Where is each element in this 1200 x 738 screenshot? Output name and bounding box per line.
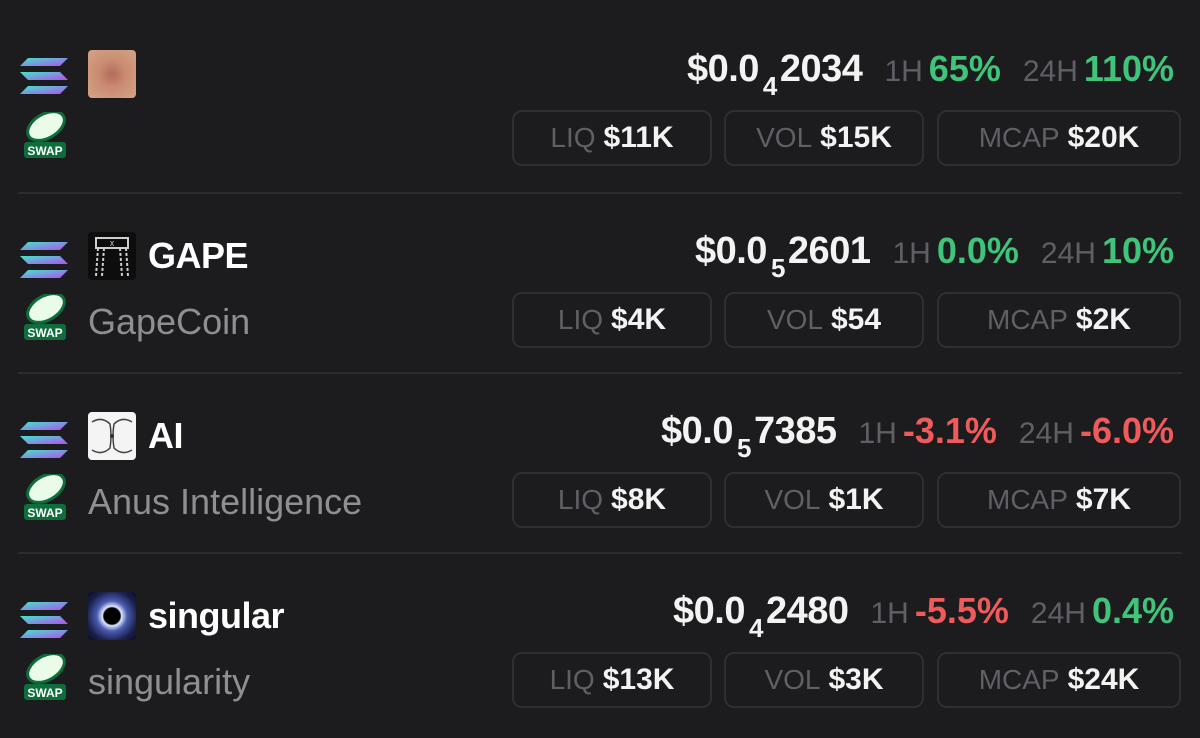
24h-change: 110%: [1083, 48, 1174, 89]
price-zero-count: 5: [770, 253, 785, 283]
price-line: $0.0 52601 1H 0.0% 24H 10%: [694, 230, 1174, 283]
24h-label: 24H: [1040, 237, 1096, 270]
token-price: $0.0 57385: [661, 410, 837, 463]
market-cap-stat: MCAP $24K: [937, 652, 1181, 708]
token-price: $0.0 42480: [673, 590, 849, 643]
token-price: $0.0 52601: [694, 230, 871, 283]
1h-label: 1H: [858, 417, 897, 450]
token-name: Anus Intelligence: [88, 481, 363, 522]
swap-icon[interactable]: SWAP: [22, 112, 68, 160]
price-line: $0.0 57385 1H -3.1% 24H -6.0%: [661, 410, 1174, 463]
token-symbol: AI: [148, 415, 184, 456]
market-cap-stat: MCAP $2K: [937, 292, 1181, 348]
price-zero-count: 5: [736, 433, 751, 463]
24h-change: -6.0%: [1079, 410, 1174, 451]
swap-icon[interactable]: SWAP: [22, 474, 68, 522]
solana-icon: [20, 602, 68, 638]
token-avatar: X: [88, 232, 136, 280]
1h-change: 0.0%: [936, 230, 1019, 271]
24h-change: 10%: [1101, 230, 1174, 271]
volume-stat: VOL $15K: [724, 110, 924, 166]
24h-change: 0.4%: [1091, 590, 1174, 631]
liquidity-stat: LIQ $8K: [512, 472, 712, 528]
liquidity-stat: LIQ $11K: [512, 110, 712, 166]
token-avatar: [88, 50, 136, 98]
token-row[interactable]: SWAP singular singularity $0.0 42480 1H -…: [18, 554, 1182, 738]
liquidity-stat: LIQ $4K: [512, 292, 712, 348]
volume-stat: VOL $1K: [724, 472, 924, 528]
market-cap-stat: MCAP $20K: [937, 110, 1181, 166]
swap-icon[interactable]: SWAP: [22, 654, 68, 702]
token-name: GapeCoin: [88, 301, 251, 342]
swap-icon[interactable]: SWAP: [22, 294, 68, 342]
liquidity-stat: LIQ $13K: [512, 652, 712, 708]
price-line: $0.0 42034 1H 65% 24H 110%: [686, 48, 1174, 101]
24h-label: 24H: [1022, 55, 1078, 88]
market-cap-stat: MCAP $7K: [937, 472, 1181, 528]
token-avatar: [88, 412, 136, 460]
token-row[interactable]: SWAP AI Anus Intelligence $0.0 57385 1H -…: [18, 374, 1182, 554]
24h-label: 24H: [1018, 417, 1074, 450]
token-name: singularity: [88, 661, 251, 702]
1h-label: 1H: [870, 597, 909, 630]
token-symbol: singular: [148, 595, 285, 636]
1h-change: -5.5%: [914, 590, 1009, 631]
svg-text:SWAP: SWAP: [27, 506, 62, 520]
1h-change: -3.1%: [902, 410, 997, 451]
token-row[interactable]: SWAP $0.0 42034 1H 65% 24H 110% LIQ $11K V…: [18, 12, 1182, 194]
price-line: $0.0 42480 1H -5.5% 24H 0.4%: [673, 590, 1174, 643]
token-avatar: [88, 592, 136, 640]
solana-icon: [20, 242, 68, 278]
token-row[interactable]: SWAP X GAPE GapeCoin $0.0 52601 1H 0.0% 2…: [18, 194, 1182, 374]
svg-text:X: X: [110, 240, 115, 248]
1h-label: 1H: [892, 237, 931, 270]
token-price: $0.0 42034: [686, 48, 863, 101]
svg-text:SWAP: SWAP: [27, 326, 62, 340]
price-zero-count: 4: [748, 613, 763, 643]
svg-text:SWAP: SWAP: [27, 686, 62, 700]
volume-stat: VOL $54: [724, 292, 924, 348]
token-symbol: GAPE: [148, 235, 249, 276]
price-zero-count: 4: [762, 71, 777, 101]
svg-text:SWAP: SWAP: [27, 144, 62, 158]
solana-icon: [20, 422, 68, 458]
24h-label: 24H: [1030, 597, 1086, 630]
solana-icon: [20, 58, 68, 94]
1h-change: 65%: [928, 48, 1001, 89]
token-list: SWAP $0.0 42034 1H 65% 24H 110% LIQ $11K V…: [0, 0, 1200, 738]
1h-label: 1H: [884, 55, 923, 88]
volume-stat: VOL $3K: [724, 652, 924, 708]
